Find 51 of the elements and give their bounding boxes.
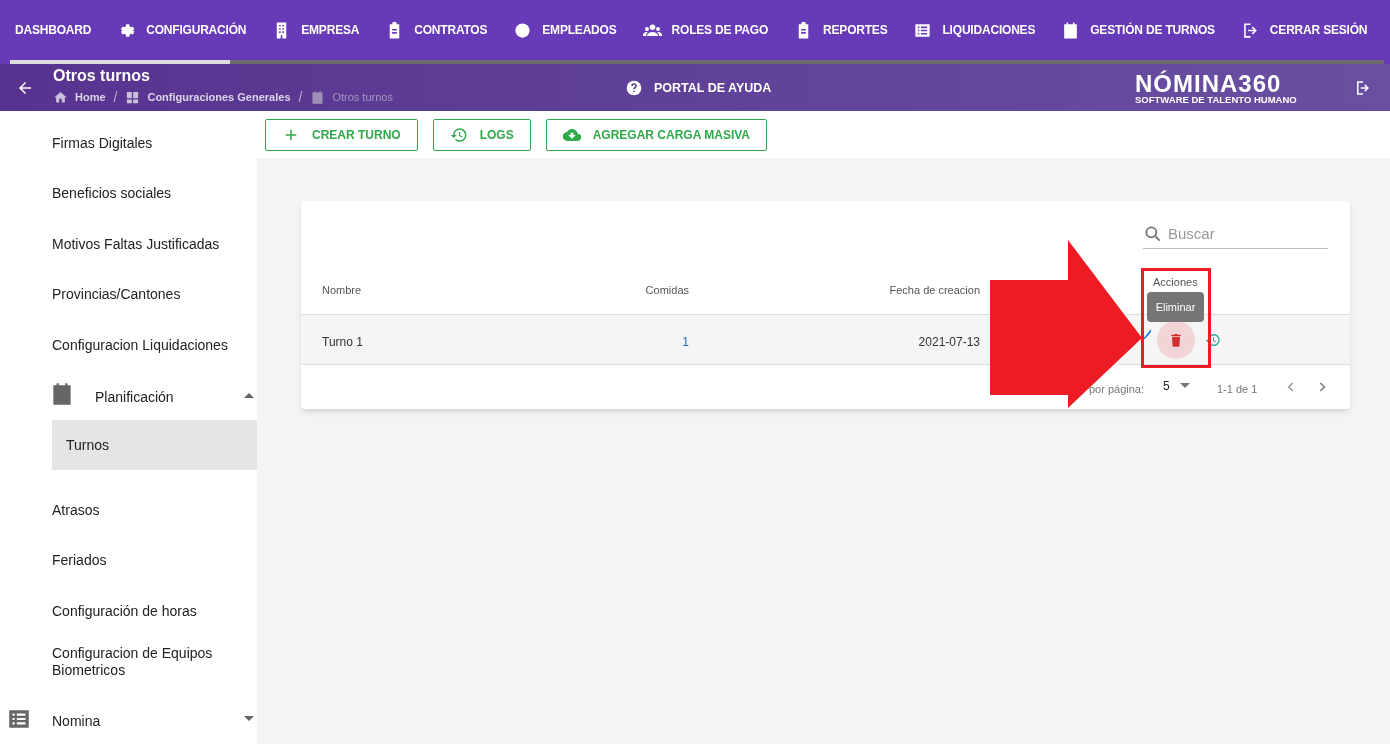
sidebar-item[interactable]: Provincias/Cantones [52,286,242,303]
column-header: Acciones [1153,275,1198,290]
logout-icon[interactable] [1354,79,1372,97]
rows-per-page-label: por página: [1089,382,1145,397]
sidebar-item[interactable]: Motivos Faltas Justificadas [52,236,242,253]
help-icon [626,80,642,97]
help-portal-link[interactable]: PORTAL DE AYUDA [626,79,772,98]
home-icon [53,90,68,105]
tooltip: Eliminar [1147,292,1204,322]
search-icon [1143,224,1163,244]
nav-link[interactable]: CONFIGURACIÓN [117,20,247,40]
sidebar-item[interactable]: Configuracion de Equipos Biometricos [52,645,242,679]
column-header: Fecha de creacion [889,283,980,298]
sidebar-item[interactable]: Beneficios sociales [52,185,242,202]
breadcrumb-link[interactable]: Home [53,89,106,106]
nav-link[interactable]: CERRAR SESIÓN [1240,20,1368,40]
pagination-range: 1-1 de 1 [1217,382,1258,397]
nav-link[interactable]: EMPLEADOS [513,20,617,40]
sidebar-item[interactable]: Turnos [52,420,257,470]
column-header: Nombre [322,283,362,298]
table-cell-text: Turno 1 [322,334,363,351]
dashboard-icon [125,90,141,105]
page-title: Otros turnos [53,67,151,85]
breadcrumb-separator: / [298,88,303,107]
sidebar-item[interactable]: Configuración de horas [52,603,242,620]
sidebar-item[interactable]: Firmas Digitales [52,135,242,152]
nav-link[interactable]: DASHBOARD [15,21,92,39]
nav-link[interactable]: REPORTES [794,20,888,40]
sidebar-item[interactable]: Atrasos [52,502,242,519]
nav-link[interactable]: GESTIÓN DE TURNOS [1061,20,1215,40]
column-header: Comidas [645,283,689,298]
calendar-icon [310,90,326,105]
sidebar-group[interactable]: Nomina [0,711,257,728]
nav-link[interactable]: LIQUIDACIONES [913,20,1036,40]
rows-per-page-select[interactable]: 5 [1163,377,1190,395]
sidebar-group[interactable]: Planificación [0,387,257,404]
table-cell-text: 1 [682,334,689,351]
nav-link[interactable]: EMPRESA [272,20,360,40]
history-icon [449,125,468,144]
table-cell-text: 2021-07-13 [918,334,980,351]
nav-link[interactable]: CONTRATOS [385,20,488,40]
trash-icon [1168,332,1184,348]
breadcrumb-link[interactable]: Configuraciones Generales [125,89,291,106]
caret-icon [1179,383,1190,389]
sidebar-item[interactable]: Feriados [52,552,242,569]
delete-button[interactable] [1157,321,1195,359]
nav-link[interactable]: ROLES DE PAGO [642,20,769,40]
search-field[interactable]: Buscar [1143,219,1328,249]
sidebar-item[interactable]: Configuracion Liquidaciones [52,337,242,354]
breadcrumb-separator: / [113,88,118,107]
history-icon[interactable] [1205,332,1221,348]
